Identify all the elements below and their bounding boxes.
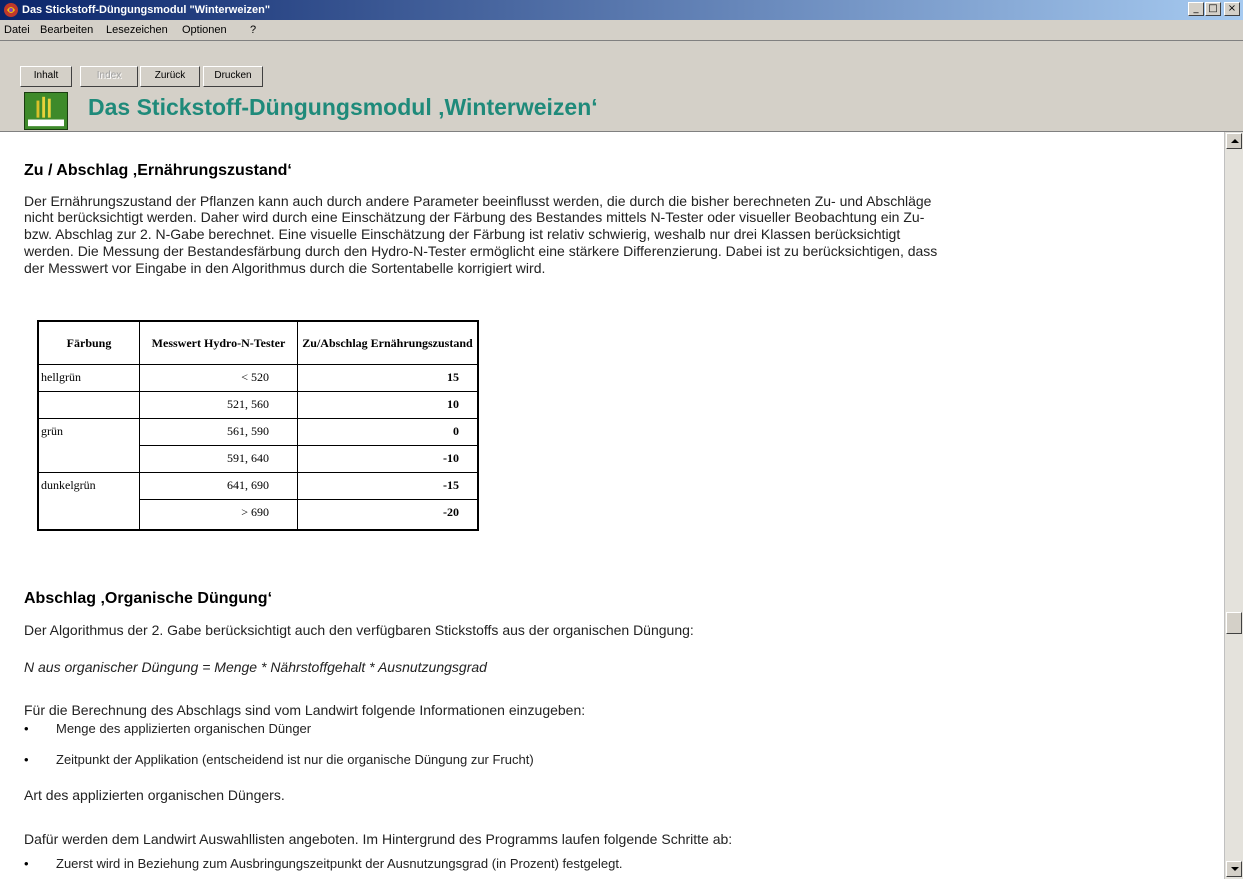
scroll-thumb[interactable] [1226, 612, 1242, 634]
formula-line: N aus organischer Düngung = Menge * Nähr… [24, 659, 487, 675]
help-window: Das Stickstoff-Düngungsmodul "Winterweiz… [0, 0, 1243, 879]
topic-header: Das Stickstoff-Düngungsmodul ‚Winterweiz… [0, 88, 1243, 132]
paragraph-line: Für die Berechnung des Abschlags sind vo… [24, 702, 586, 718]
bullet-icon: • [24, 721, 29, 736]
section-heading-organische-duengung: Abschlag ‚Organische Düngung‘ [24, 590, 273, 607]
paragraph-line: nicht berücksichtigt werden. Daher wird … [24, 209, 925, 225]
contents-button[interactable]: Inhalt [20, 66, 72, 87]
list-item: Menge des applizierten organischen Dünge… [56, 721, 312, 736]
help-content: Zu / Abschlag ‚Ernährungszustand‘ Der Er… [0, 132, 1224, 879]
index-button[interactable]: Index [80, 66, 138, 87]
bullet-icon: • [24, 752, 29, 767]
close-button[interactable]: × [1224, 2, 1240, 16]
section-heading-ernaehrungszustand: Zu / Abschlag ‚Ernährungszustand‘ [24, 162, 292, 179]
bullet-icon: • [24, 856, 29, 871]
table-cell: -20 [443, 505, 459, 519]
table-cell: 641, 690 [227, 478, 269, 492]
menu-bar: Datei Bearbeiten Lesezeichen Optionen ? [0, 20, 1243, 40]
table-cell: 10 [447, 397, 459, 411]
wheat-logo-icon [24, 92, 68, 130]
table-cell: 0 [453, 424, 459, 438]
table-cell: 521, 560 [227, 397, 269, 411]
table-cell: hellgrün [41, 370, 81, 384]
table-cell: 561, 590 [227, 424, 269, 438]
table-cell: 591, 640 [227, 451, 269, 465]
menu-datei[interactable]: Datei [4, 23, 30, 37]
scroll-down-button[interactable] [1226, 861, 1242, 877]
window-title: Das Stickstoff-Düngungsmodul "Winterweiz… [22, 4, 271, 16]
table-cell: > 690 [241, 505, 269, 519]
minimize-button[interactable]: _ [1188, 2, 1204, 16]
maximize-button[interactable]: □ [1205, 2, 1221, 16]
faerbung-table: Färbung Messwert Hydro-N-Tester Zu/Absch… [37, 320, 479, 531]
table-header: Messwert Hydro-N-Tester [151, 335, 286, 350]
paragraph-line: bzw. Abschlag zur 2. N-Gabe berechnet. E… [24, 226, 901, 242]
paragraph-line: Der Ernährungszustand der Pflanzen kann … [24, 193, 932, 209]
app-icon [4, 3, 18, 17]
table-cell: -15 [443, 478, 459, 492]
paragraph-line: der Messwert vor Eingabe in den Algorith… [24, 260, 546, 276]
menu-bearbeiten[interactable]: Bearbeiten [40, 23, 93, 37]
paragraph-line: werden. Die Messung der Bestandesfärbung… [24, 243, 938, 259]
table-cell: 15 [447, 370, 459, 384]
table-header: Zu/Abschlag Ernährungszustand [302, 335, 473, 350]
table-cell: < 520 [241, 370, 269, 384]
arrow-down-icon [1231, 867, 1239, 871]
paragraph-line: Art des applizierten organischen Düngers… [24, 787, 285, 803]
paragraph-line: Dafür werden dem Landwirt Auswahllisten … [24, 831, 733, 847]
list-item: Zeitpunkt der Applikation (entscheidend … [56, 752, 534, 767]
table-header: Färbung [66, 335, 112, 350]
print-button[interactable]: Drucken [203, 66, 263, 87]
toolbar: Inhalt Index Zurück Drucken [0, 40, 1243, 88]
table-cell: grün [41, 424, 63, 438]
vertical-scrollbar[interactable] [1224, 132, 1243, 879]
menu-optionen[interactable]: Optionen [182, 23, 227, 37]
list-item: Zuerst wird in Beziehung zum Ausbringung… [56, 856, 623, 871]
arrow-up-icon [1231, 139, 1239, 143]
table-cell: -10 [443, 451, 459, 465]
paragraph-line: Der Algorithmus der 2. Gabe berücksichti… [24, 622, 694, 638]
back-button[interactable]: Zurück [140, 66, 200, 87]
scroll-up-button[interactable] [1226, 133, 1242, 149]
menu-lesezeichen[interactable]: Lesezeichen [106, 23, 168, 37]
page-title: Das Stickstoff-Düngungsmodul ‚Winterweiz… [88, 94, 598, 120]
title-bar[interactable]: Das Stickstoff-Düngungsmodul "Winterweiz… [0, 0, 1243, 20]
menu-help[interactable]: ? [250, 23, 256, 37]
table-cell: dunkelgrün [41, 478, 96, 492]
